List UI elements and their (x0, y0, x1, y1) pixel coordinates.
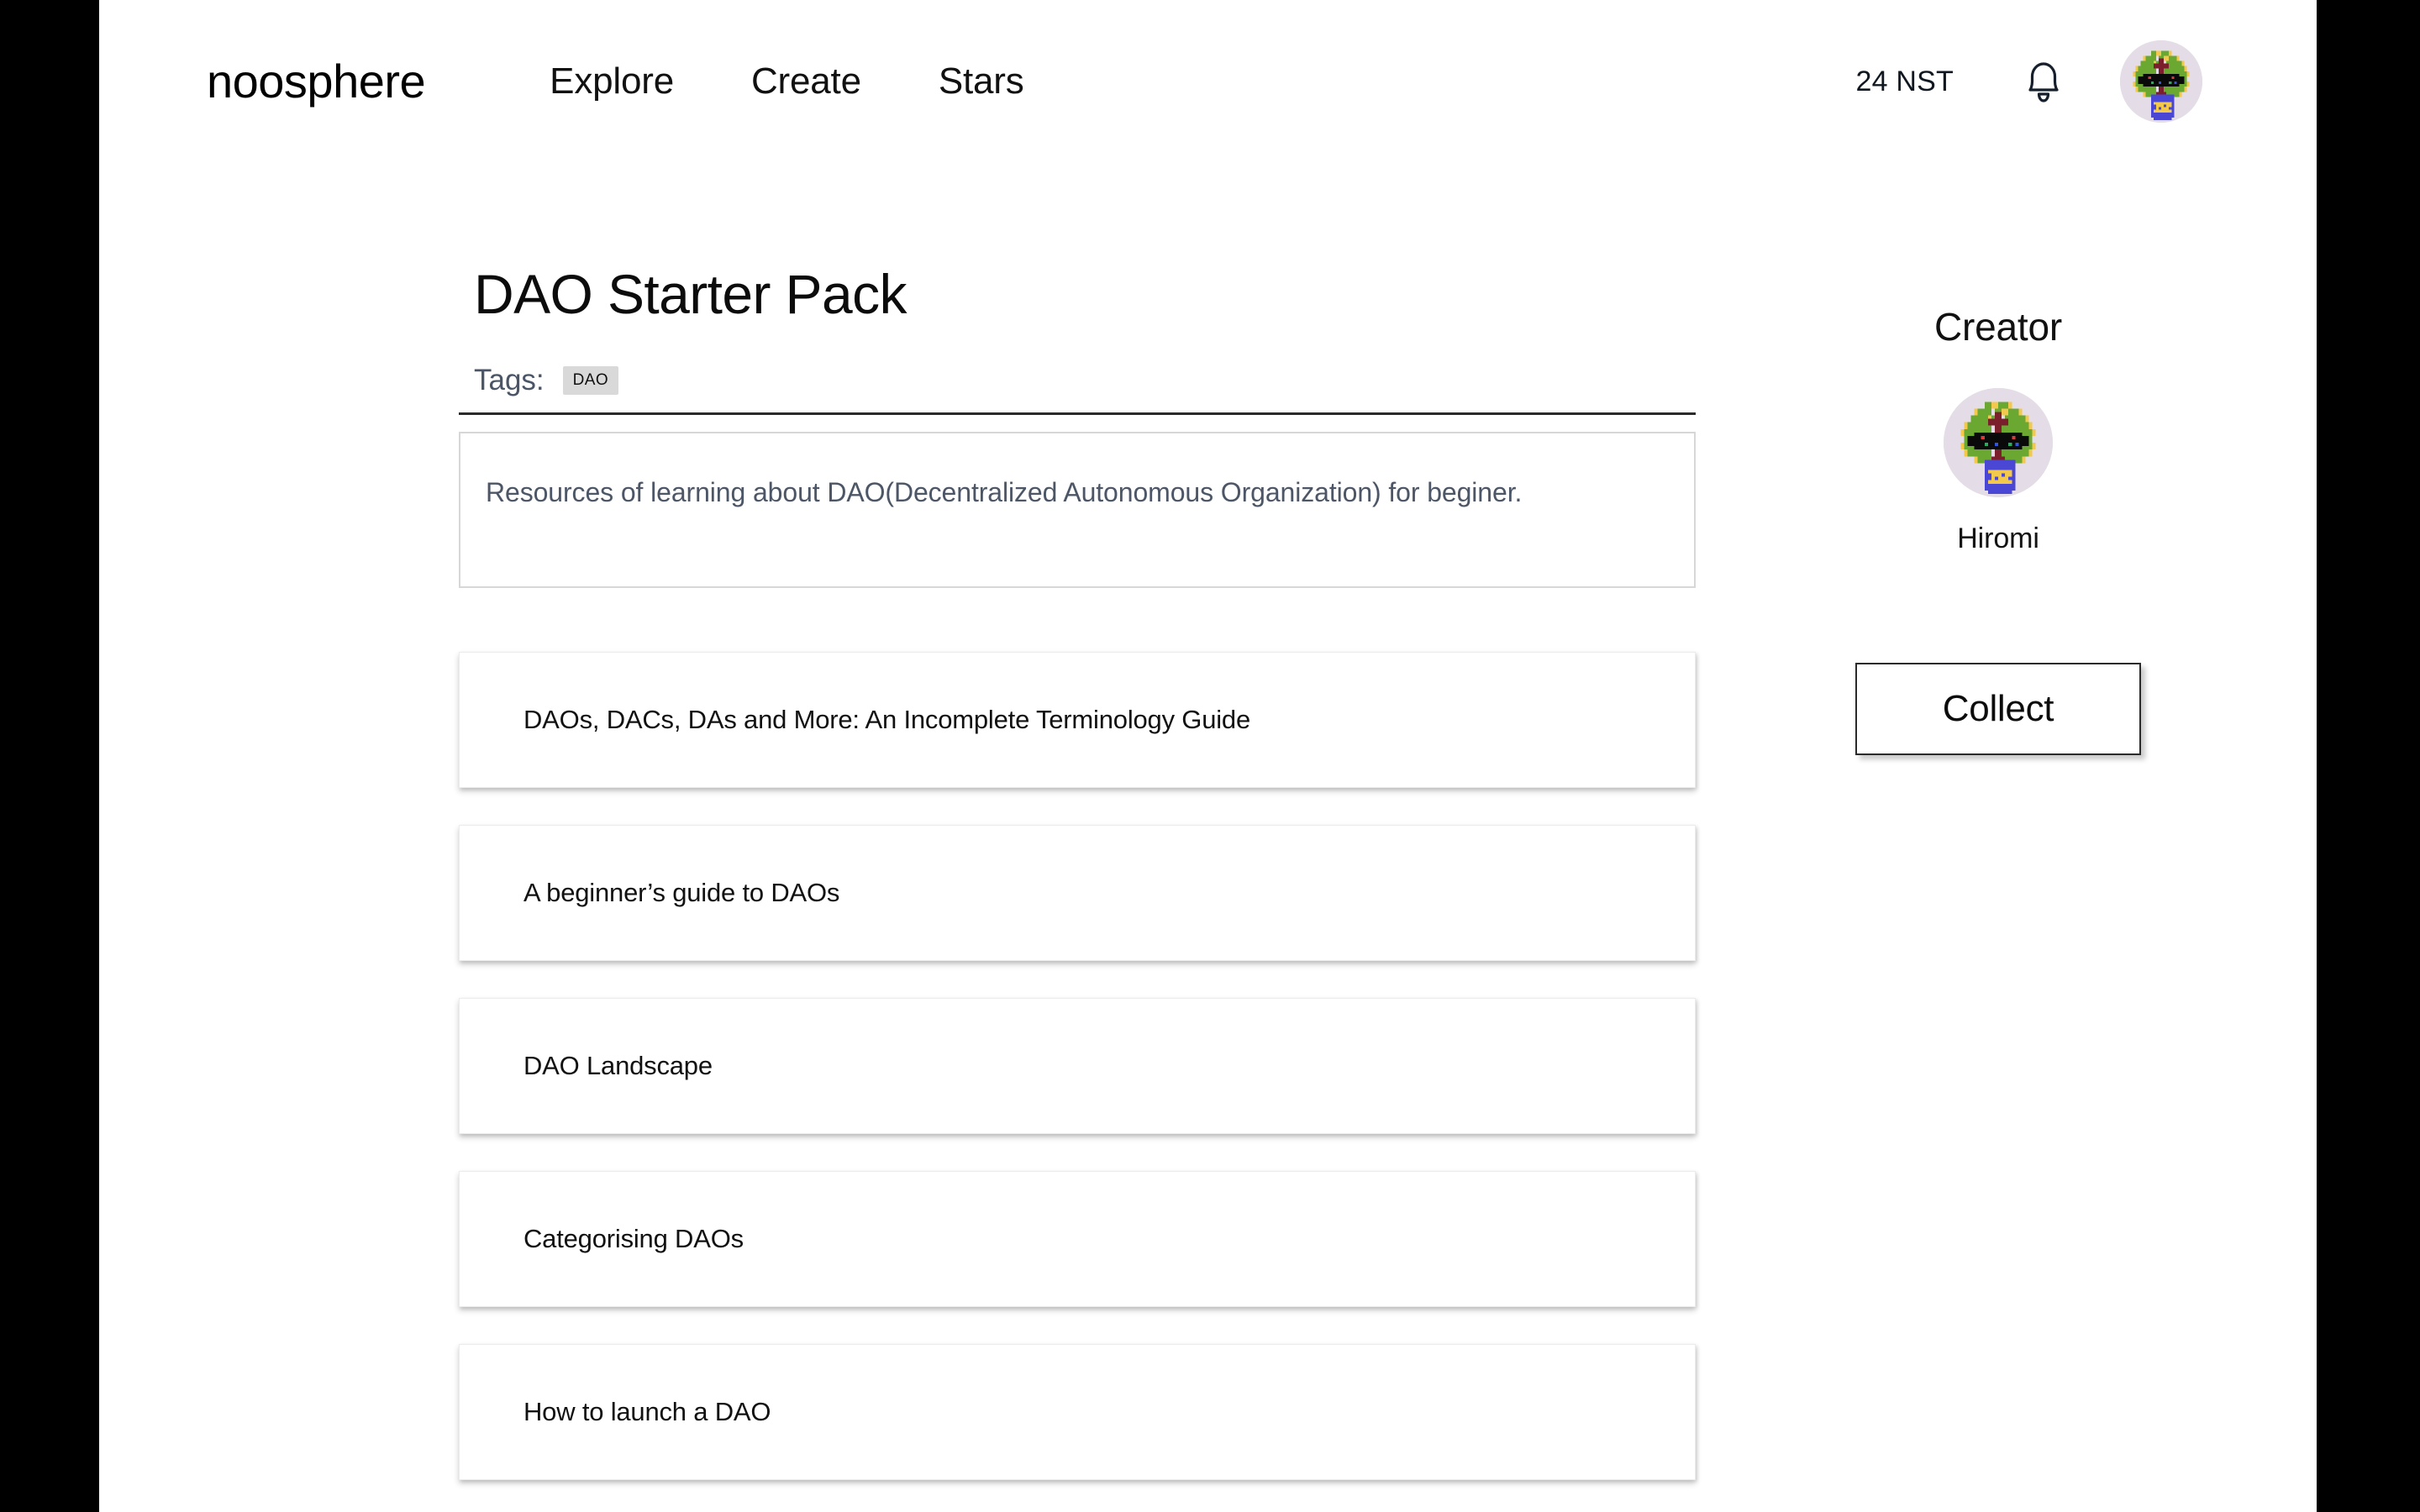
resource-title: DAO Landscape (523, 1051, 713, 1080)
token-balance: 24 NST (1855, 65, 1954, 97)
notifications-button[interactable] (2011, 49, 2076, 114)
resource-list: DAOs, DACs, DAs and More: An Incomplete … (459, 651, 1696, 1480)
resource-card[interactable]: A beginner’s guide to DAOs (459, 824, 1696, 961)
user-avatar[interactable] (2120, 40, 2202, 123)
resource-title: A beginner’s guide to DAOs (523, 878, 840, 907)
section-divider (459, 412, 1696, 415)
description-box: Resources of learning about DAO(Decentra… (459, 431, 1696, 588)
resource-card[interactable]: DAOs, DACs, DAs and More: An Incomplete … (459, 651, 1696, 788)
resource-title: Categorising DAOs (523, 1224, 744, 1253)
creator-name[interactable]: Hiromi (1957, 522, 2039, 555)
app-page: noosphere Explore Create Stars 24 NST DA… (99, 0, 2317, 1512)
screen: noosphere Explore Create Stars 24 NST DA… (0, 0, 2420, 1512)
page-title: DAO Starter Pack (474, 263, 907, 325)
bell-icon (2020, 56, 2067, 107)
tag-chip-dao[interactable]: DAO (562, 365, 619, 395)
collect-button[interactable]: Collect (1855, 663, 2141, 755)
page-content: DAO Starter Pack Tags: DAO Resources of … (99, 163, 2317, 1512)
top-navigation-bar: noosphere Explore Create Stars 24 NST (99, 0, 2317, 163)
collect-button-label: Collect (1942, 688, 2054, 729)
primary-nav: Explore Create Stars (550, 55, 1024, 108)
creator-avatar-icon (1944, 388, 2053, 497)
resource-title: How to launch a DAO (523, 1397, 771, 1426)
user-avatar-icon (2120, 40, 2202, 123)
pack-detail-column: DAO Starter Pack Tags: DAO Resources of … (459, 264, 1696, 1480)
resource-card[interactable]: DAO Landscape (459, 997, 1696, 1134)
resource-title: DAOs, DACs, DAs and More: An Incomplete … (523, 705, 1251, 734)
creator-sidebar: Creator Hiromi Collect (1746, 264, 2250, 755)
brand-logo[interactable]: noosphere (207, 58, 426, 105)
creator-heading: Creator (1934, 305, 2062, 349)
tags-label: Tags: (474, 363, 544, 396)
resource-card[interactable]: Categorising DAOs (459, 1170, 1696, 1307)
creator-avatar[interactable] (1944, 388, 2053, 497)
description-text: Resources of learning about DAO(Decentra… (486, 476, 1523, 507)
nav-link-stars[interactable]: Stars (939, 55, 1024, 108)
nav-right-cluster: 24 NST (1856, 40, 2202, 123)
tags-row: Tags: DAO (474, 364, 1696, 397)
nav-link-explore[interactable]: Explore (550, 55, 674, 108)
nav-link-create[interactable]: Create (751, 55, 861, 108)
resource-card[interactable]: How to launch a DAO (459, 1343, 1696, 1480)
